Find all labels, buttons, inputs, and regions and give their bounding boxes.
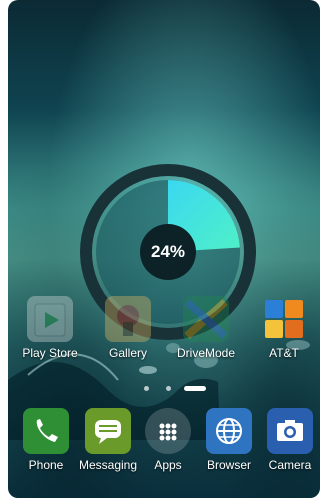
app-label: Camera <box>268 458 312 472</box>
camera-icon <box>267 408 313 454</box>
page-dot <box>166 386 171 391</box>
page-indicator <box>140 384 220 394</box>
drivemode-icon <box>183 296 229 342</box>
play-store-icon <box>27 296 73 342</box>
app-label: Gallery <box>108 346 147 360</box>
app-gallery[interactable]: Gallery <box>90 296 166 360</box>
page-dot-active <box>184 386 206 391</box>
home-screen: 24% Play Store Gallery DriveMode AT&T Ph… <box>0 0 322 498</box>
phone-icon <box>23 408 69 454</box>
page-dot <box>144 386 149 391</box>
messaging-icon <box>85 408 131 454</box>
app-label: DriveMode <box>176 346 236 360</box>
gallery-icon <box>105 296 151 342</box>
att-folder-icon <box>261 296 307 342</box>
apps-grid-icon <box>145 408 191 454</box>
app-att-folder[interactable]: AT&T <box>246 296 322 360</box>
dock-app-camera[interactable]: Camera <box>252 408 322 472</box>
app-play-store[interactable]: Play Store <box>12 296 88 360</box>
app-label: AT&T <box>269 346 299 360</box>
app-label: Play Store <box>22 346 78 360</box>
globe-icon <box>206 408 252 454</box>
app-drivemode[interactable]: DriveMode <box>168 296 244 360</box>
